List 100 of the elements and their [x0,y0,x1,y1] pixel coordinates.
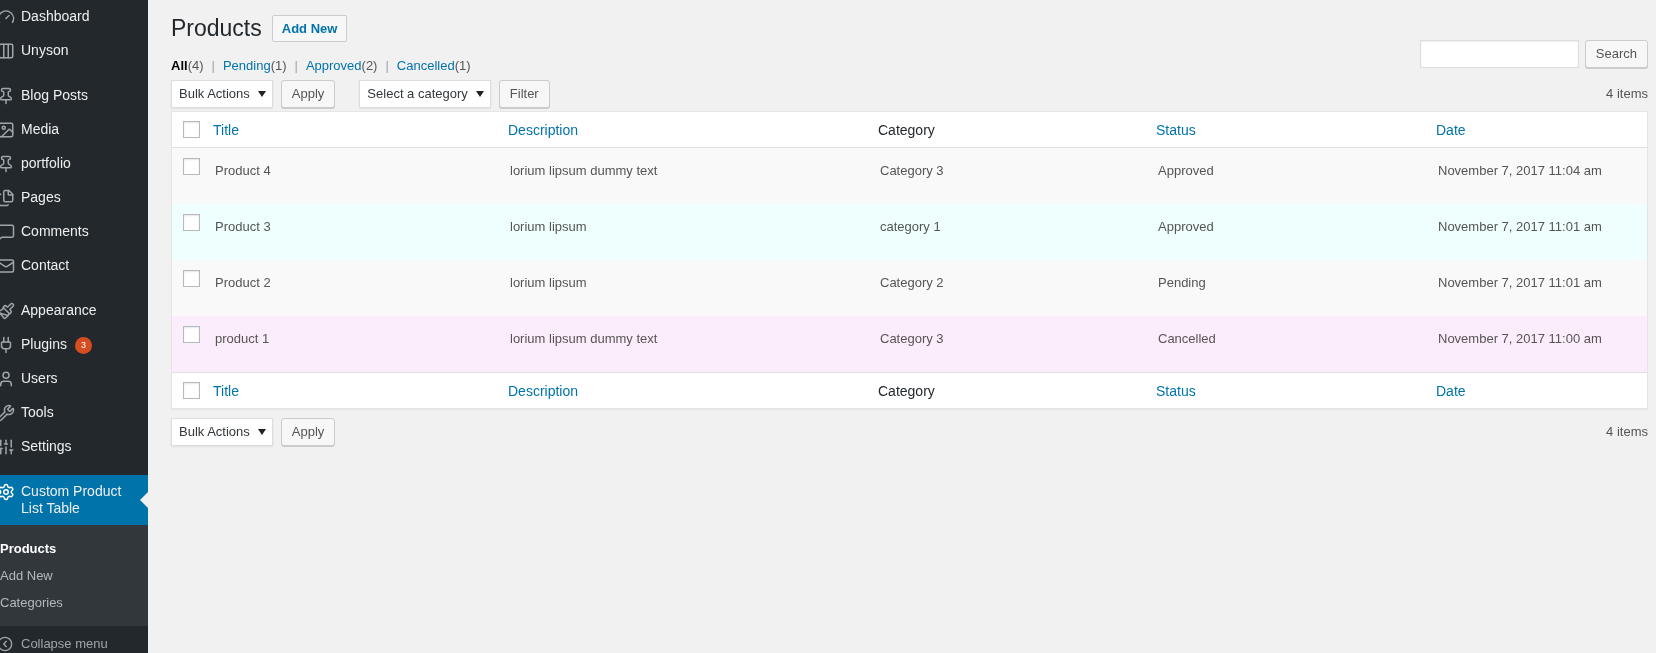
update-count-badge: 3 [74,337,92,354]
collapse-menu-button[interactable]: Collapse menu [0,634,148,653]
menu-item[interactable]: Contact [0,249,148,283]
columns-icon [0,42,15,60]
submenu-item[interactable]: Categories [0,589,148,616]
view-filter-link[interactable]: Cancelled(1) [396,55,471,75]
apply-button[interactable]: Apply [280,80,336,108]
table-cell: lorium lipsum [510,275,587,290]
search-field[interactable] [1419,39,1579,68]
column-sort-link[interactable]: Description [508,382,579,399]
envelope-icon [0,257,15,275]
checkbox[interactable] [183,326,200,343]
table-cell: Category 3 [880,163,944,178]
apply-button[interactable]: Apply [280,418,336,446]
table-cell: Approved [1158,219,1214,234]
menu-item[interactable]: Media [0,113,148,147]
menu-item[interactable]: Blog Posts [0,79,148,113]
image-icon [0,121,15,139]
view-separator: | [211,56,215,75]
column-header: Category [878,121,935,138]
item-count: 4 items [1606,423,1648,442]
menu-item[interactable]: Dashboard [0,0,148,34]
table-cell: Category 2 [880,275,944,290]
view-separator: | [294,56,298,75]
menu-label: portfolio [21,155,71,172]
column-sort-link[interactable]: Date [1436,121,1466,138]
table-cell: November 7, 2017 11:04 am [1438,163,1602,178]
dropdown[interactable]: Bulk Actions [171,80,273,108]
table-cell: product 1 [215,331,270,346]
table-cell: Product 4 [215,163,271,178]
filter-button[interactable]: Filter [498,80,550,108]
checkbox[interactable] [183,158,200,175]
checkbox[interactable] [183,121,200,138]
menu-label: Comments [21,223,89,240]
checkbox[interactable] [183,270,200,287]
menu-item[interactable]: Settings [0,430,148,464]
add-new-button[interactable]: Add New [271,14,348,42]
menu-label: Tools [21,404,54,421]
table-cell: lorium lipsum dummy text [510,331,658,346]
menu-label: Blog Posts [21,87,88,104]
checkbox[interactable] [183,382,200,399]
column-sort-link[interactable]: Description [508,121,579,138]
column-sort-link[interactable]: Date [1436,382,1466,399]
menu-label: Custom Product List Table [21,483,123,517]
menu-label: Plugins [21,336,67,353]
menu-item[interactable]: Custom Product List Table [0,475,148,525]
menu-item[interactable]: Users [0,362,148,396]
view-filter-link[interactable]: Pending(1) [222,55,287,75]
view-filter-link[interactable]: All(4) [171,55,204,75]
item-count: 4 items [1606,85,1648,104]
gear-icon [0,483,15,501]
menu-label: Dashboard [21,8,90,25]
menu-item[interactable]: Pages [0,181,148,215]
speech-bubble-icon [0,223,15,241]
column-sort-link[interactable]: Title [213,382,239,399]
table-cell: Product 2 [215,275,271,290]
gauge-icon [0,8,15,26]
column-sort-link[interactable]: Title [213,121,239,138]
paintbrush-icon [0,302,15,320]
menu-label: Pages [21,189,61,206]
menu-item[interactable]: Unyson [0,34,148,68]
sliders-icon [0,438,15,456]
table-cell: category 1 [880,219,941,234]
view-separator: | [385,56,389,75]
column-sort-link[interactable]: Status [1156,382,1196,399]
table-cell: November 7, 2017 11:01 am [1438,275,1602,290]
menu-item[interactable]: Plugins 3 [0,328,148,362]
view-filter-link[interactable]: Approved(2) [305,55,378,75]
table-cell: Cancelled [1158,331,1216,346]
submenu-item[interactable]: Add New [0,562,148,589]
menu-label: Users [21,370,58,387]
checkbox[interactable] [183,214,200,231]
search-button[interactable]: Search [1584,39,1648,68]
caret-icon [257,91,266,97]
menu-item[interactable]: Appearance [0,294,148,328]
menu-label: Media [21,121,60,138]
pin-icon [0,155,15,173]
collapse-icon [0,635,13,652]
menu-item[interactable]: portfolio [0,147,148,181]
table-cell: Approved [1158,163,1214,178]
table-cell: Pending [1158,275,1206,290]
current-pointer-icon [140,492,148,508]
column-header: Category [878,382,935,399]
menu-label: Contact [21,257,70,274]
menu-item[interactable]: Comments [0,215,148,249]
table-cell: November 7, 2017 11:00 am [1438,331,1602,346]
submenu-item[interactable]: Products [0,535,148,562]
table-cell: lorium lipsum dummy text [510,163,658,178]
menu-item[interactable]: Tools [0,396,148,430]
column-sort-link[interactable]: Status [1156,121,1196,138]
user-icon [0,370,15,388]
dropdown[interactable]: Select a category [359,80,491,108]
menu-label: Settings [21,438,72,455]
menu-label: Unyson [21,42,69,59]
caret-icon [257,429,266,435]
caret-icon [475,91,484,97]
menu-label: Appearance [21,302,97,319]
dropdown[interactable]: Bulk Actions [171,418,273,446]
pin-icon [0,87,15,105]
page-title: Products [171,14,262,43]
